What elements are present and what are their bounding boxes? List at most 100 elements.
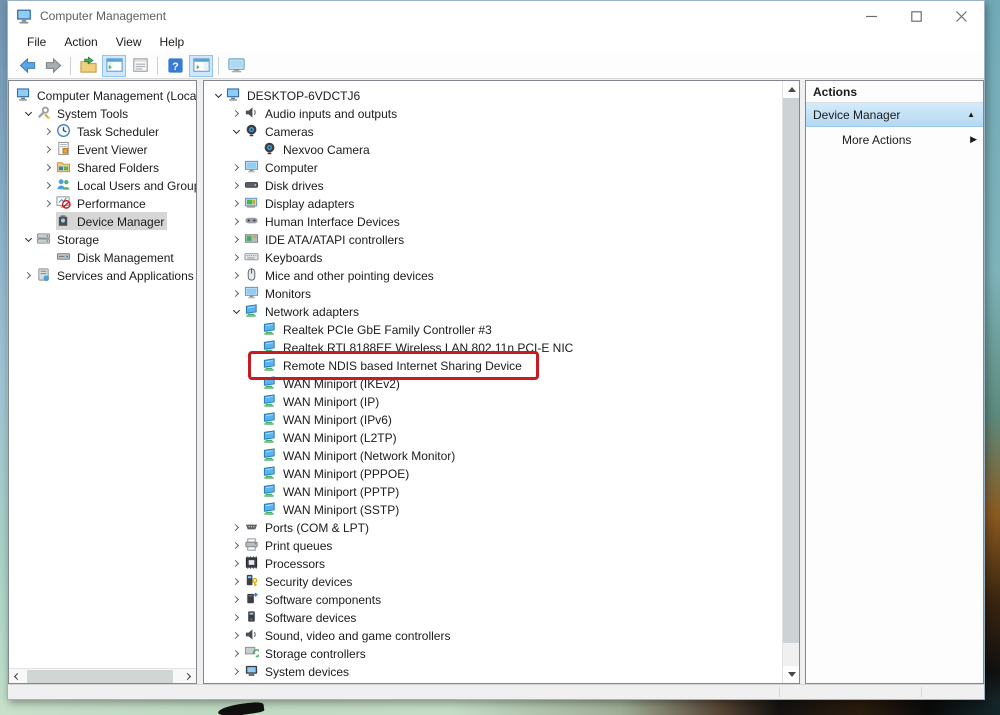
tree-item-processors[interactable]: Processors (204, 554, 782, 572)
tree-item-shared-folders[interactable]: Shared Folders (9, 158, 196, 176)
tree-item-realtek-rtl8188ee-wireless-lan-802-11n-pci-e-nic[interactable]: Realtek RTL8188EE Wireless LAN 802.11n P… (204, 338, 782, 356)
chevron-right-icon[interactable] (41, 177, 56, 193)
tree-item-services-and-applications[interactable]: Services and Applications (9, 266, 196, 284)
vertical-scrollbar[interactable] (782, 81, 799, 683)
chevron-down-icon[interactable] (229, 303, 244, 319)
tree-item-system-devices[interactable]: System devices (204, 662, 782, 680)
tree-item-wan-miniport-ip[interactable]: WAN Miniport (IP) (204, 392, 782, 410)
tree-item-wan-miniport-pptp[interactable]: WAN Miniport (PPTP) (204, 482, 782, 500)
tree-item-software-components[interactable]: Software components (204, 590, 782, 608)
tree-item-realtek-pcie-gbe-family-controller-3[interactable]: Realtek PCIe GbE Family Controller #3 (204, 320, 782, 338)
tree-item-wan-miniport-sstp[interactable]: WAN Miniport (SSTP) (204, 500, 782, 518)
expand-more-actions-icon[interactable]: ▶ (970, 134, 983, 145)
tree-item-event-viewer[interactable]: Event Viewer (9, 140, 196, 158)
tree-item-human-interface-devices[interactable]: Human Interface Devices (204, 212, 782, 230)
chevron-right-icon[interactable] (41, 195, 56, 211)
tree-item-mice-and-other-pointing-devices[interactable]: Mice and other pointing devices (204, 266, 782, 284)
remote-connection-button[interactable] (224, 55, 248, 77)
chevron-right-icon[interactable] (229, 267, 244, 283)
tree-item-sound-video-and-game-controllers[interactable]: Sound, video and game controllers (204, 626, 782, 644)
chevron-down-icon[interactable] (229, 123, 244, 139)
tree-item-monitors[interactable]: Monitors (204, 284, 782, 302)
chevron-right-icon[interactable] (229, 537, 244, 553)
tree-item-disk-drives[interactable]: Disk drives (204, 176, 782, 194)
menu-action[interactable]: Action (55, 33, 106, 51)
tree-item-security-devices[interactable]: Security devices (204, 572, 782, 590)
menu-help[interactable]: Help (151, 33, 194, 51)
chevron-down-icon[interactable] (21, 105, 36, 121)
maximize-button[interactable] (894, 1, 939, 31)
scroll-down-icon[interactable] (783, 666, 799, 683)
tree-item-display-adapters[interactable]: Display adapters (204, 194, 782, 212)
chevron-right-icon[interactable] (229, 177, 244, 193)
vertical-scroll-thumb[interactable] (783, 98, 799, 643)
tree-item-disk-management[interactable]: Disk Management (9, 248, 196, 266)
chevron-right-icon[interactable] (229, 231, 244, 247)
tree-item-task-scheduler[interactable]: Task Scheduler (9, 122, 196, 140)
chevron-right-icon[interactable] (229, 555, 244, 571)
tree-item-software-devices[interactable]: Software devices (204, 608, 782, 626)
chevron-right-icon[interactable] (229, 627, 244, 643)
minimize-button[interactable] (849, 1, 894, 31)
menu-view[interactable]: View (107, 33, 151, 51)
tree-item-system-tools[interactable]: System Tools (9, 104, 196, 122)
export-list-button[interactable] (76, 55, 100, 77)
help-button[interactable]: ? (163, 55, 187, 77)
tree-item-storage[interactable]: Storage (9, 230, 196, 248)
tree-item-ports-com-lpt[interactable]: Ports (COM & LPT) (204, 518, 782, 536)
tree-item-print-queues[interactable]: Print queues (204, 536, 782, 554)
chevron-right-icon[interactable] (229, 591, 244, 607)
tree-item-device-manager[interactable]: Device Manager (9, 212, 196, 230)
chevron-right-icon[interactable] (229, 663, 244, 679)
tree-item-cameras[interactable]: Cameras (204, 122, 782, 140)
chevron-right-icon[interactable] (229, 105, 244, 121)
chevron-right-icon[interactable] (229, 213, 244, 229)
tree-item-desktop-6vdctj6[interactable]: DESKTOP-6VDCTJ6 (204, 86, 782, 104)
tree-item-wan-miniport-l2tp[interactable]: WAN Miniport (L2TP) (204, 428, 782, 446)
chevron-right-icon[interactable] (229, 159, 244, 175)
tree-item-nexvoo-camera[interactable]: Nexvoo Camera (204, 140, 782, 158)
tree-item-computer-management-local[interactable]: Computer Management (Local (9, 86, 196, 104)
tree-item-wan-miniport-ipv6[interactable]: WAN Miniport (IPv6) (204, 410, 782, 428)
chevron-right-icon[interactable] (41, 123, 56, 139)
properties-button[interactable] (128, 55, 152, 77)
back-button[interactable] (15, 55, 39, 77)
chevron-right-icon[interactable] (21, 267, 36, 283)
menu-file[interactable]: File (18, 33, 55, 51)
horizontal-scroll-thumb[interactable] (27, 670, 173, 683)
tree-item-keyboards[interactable]: Keyboards (204, 248, 782, 266)
actions-section-device-manager[interactable]: Device Manager ▲ (806, 103, 983, 127)
scroll-up-icon[interactable] (783, 81, 799, 98)
tree-item-wan-miniport-pppoe[interactable]: WAN Miniport (PPPOE) (204, 464, 782, 482)
tree-item-storage-controllers[interactable]: Storage controllers (204, 644, 782, 662)
tree-item-computer[interactable]: Computer (204, 158, 782, 176)
chevron-right-icon[interactable] (229, 609, 244, 625)
tree-item-local-users-and-groups[interactable]: Local Users and Groups (9, 176, 196, 194)
chevron-right-icon[interactable] (229, 195, 244, 211)
tree-item-wan-miniport-ikev2[interactable]: WAN Miniport (IKEv2) (204, 374, 782, 392)
chevron-right-icon[interactable] (229, 285, 244, 301)
chevron-down-icon[interactable] (21, 231, 36, 247)
horizontal-scrollbar[interactable] (9, 668, 196, 683)
tree-item-performance[interactable]: Performance (9, 194, 196, 212)
show-action-pane-button[interactable] (189, 54, 213, 77)
tree-item-remote-ndis-based-internet-sharing-device[interactable]: Remote NDIS based Internet Sharing Devic… (204, 356, 782, 374)
collapse-section-icon[interactable]: ▲ (967, 110, 983, 119)
tree-item-audio-inputs-and-outputs[interactable]: Audio inputs and outputs (204, 104, 782, 122)
chevron-right-icon[interactable] (41, 141, 56, 157)
forward-button[interactable] (41, 55, 65, 77)
tree-item-network-adapters[interactable]: Network adapters (204, 302, 782, 320)
chevron-right-icon[interactable] (229, 249, 244, 265)
more-actions-item[interactable]: More Actions ▶ (806, 127, 983, 152)
tree-item-ide-ata-atapi-controllers[interactable]: IDE ATA/ATAPI controllers (204, 230, 782, 248)
chevron-down-icon[interactable] (211, 87, 226, 103)
close-button[interactable] (939, 1, 984, 31)
show-console-tree-button[interactable] (102, 54, 126, 77)
chevron-right-icon[interactable] (229, 573, 244, 589)
scroll-left-icon[interactable] (9, 669, 24, 683)
chevron-right-icon[interactable] (41, 159, 56, 175)
scroll-right-icon[interactable] (181, 669, 196, 683)
tree-item-wan-miniport-network-monitor[interactable]: WAN Miniport (Network Monitor) (204, 446, 782, 464)
chevron-right-icon[interactable] (229, 519, 244, 535)
chevron-right-icon[interactable] (229, 645, 244, 661)
